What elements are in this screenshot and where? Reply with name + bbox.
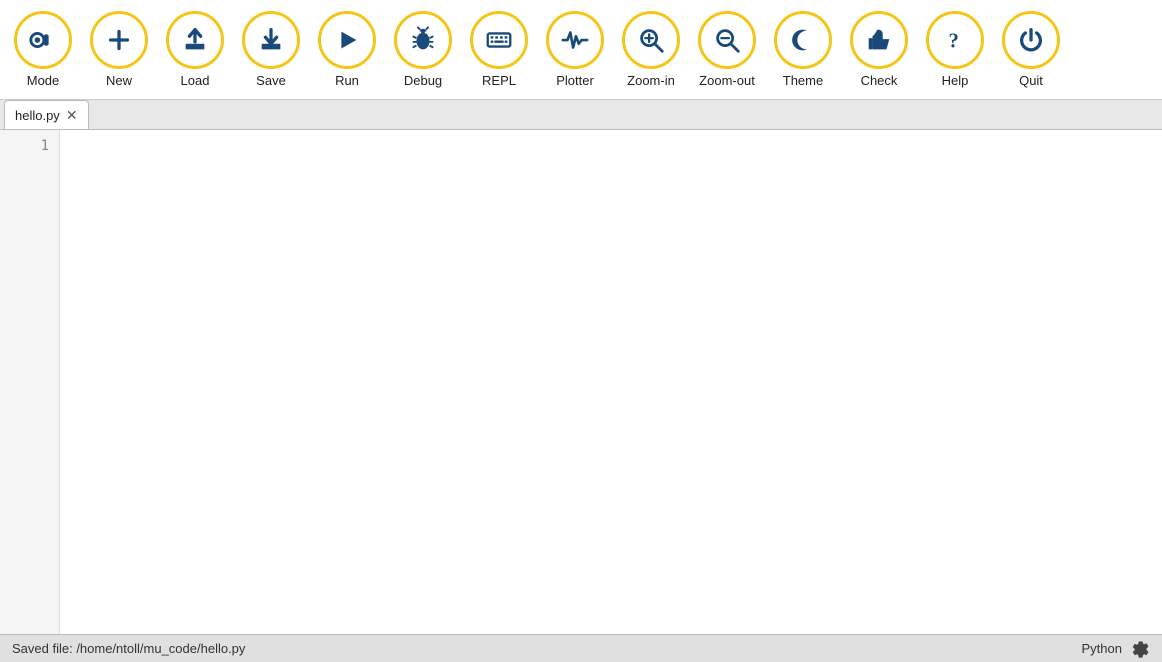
mode-icon: [14, 11, 72, 69]
new-icon: [90, 11, 148, 69]
plotter-button[interactable]: Plotter: [538, 7, 612, 92]
run-icon: [318, 11, 376, 69]
run-button[interactable]: Run: [310, 7, 384, 92]
theme-button[interactable]: Theme: [766, 7, 840, 92]
status-bar: Saved file: /home/ntoll/mu_code/hello.py…: [0, 634, 1162, 662]
help-button[interactable]: ? Help: [918, 7, 992, 92]
run-label: Run: [335, 73, 359, 88]
quit-button[interactable]: Quit: [994, 7, 1068, 92]
zoom-in-icon: [622, 11, 680, 69]
zoom-out-button[interactable]: Zoom-out: [690, 7, 764, 92]
theme-label: Theme: [783, 73, 823, 88]
tab-filename: hello.py: [15, 108, 60, 123]
debug-label: Debug: [404, 73, 442, 88]
new-button[interactable]: New: [82, 7, 156, 92]
quit-icon: [1002, 11, 1060, 69]
mode-button[interactable]: Mode: [6, 7, 80, 92]
status-right: Python: [1082, 639, 1150, 659]
tab-close-button[interactable]: ✕: [66, 108, 78, 122]
debug-icon: [394, 11, 452, 69]
theme-icon: [774, 11, 832, 69]
save-icon: [242, 11, 300, 69]
mode-label: Mode: [27, 73, 60, 88]
editor-area: 1: [0, 130, 1162, 634]
zoom-in-button[interactable]: Zoom-in: [614, 7, 688, 92]
tab-bar: hello.py ✕: [0, 100, 1162, 130]
debug-button[interactable]: Debug: [386, 7, 460, 92]
zoom-in-label: Zoom-in: [627, 73, 675, 88]
check-button[interactable]: Check: [842, 7, 916, 92]
help-label: Help: [942, 73, 969, 88]
toolbar: Mode New Load: [0, 0, 1162, 100]
status-message: Saved file: /home/ntoll/mu_code/hello.py: [12, 641, 245, 656]
settings-gear-button[interactable]: [1130, 639, 1150, 659]
load-label: Load: [181, 73, 210, 88]
gear-icon: [1130, 639, 1150, 659]
load-icon: [166, 11, 224, 69]
repl-label: REPL: [482, 73, 516, 88]
line-numbers: 1: [0, 130, 60, 634]
check-label: Check: [861, 73, 898, 88]
load-button[interactable]: Load: [158, 7, 232, 92]
language-label: Python: [1082, 641, 1122, 656]
quit-label: Quit: [1019, 73, 1043, 88]
new-label: New: [106, 73, 132, 88]
repl-button[interactable]: REPL: [462, 7, 536, 92]
check-icon: [850, 11, 908, 69]
line-number-1: 1: [41, 138, 49, 154]
zoom-out-icon: [698, 11, 756, 69]
editor-content[interactable]: [60, 130, 1162, 634]
help-icon: ?: [926, 11, 984, 69]
zoom-out-label: Zoom-out: [699, 73, 755, 88]
plotter-label: Plotter: [556, 73, 594, 88]
repl-icon: [470, 11, 528, 69]
file-tab[interactable]: hello.py ✕: [4, 100, 89, 129]
svg-text:?: ?: [948, 31, 958, 53]
save-button[interactable]: Save: [234, 7, 308, 92]
save-label: Save: [256, 73, 286, 88]
plotter-icon: [546, 11, 604, 69]
